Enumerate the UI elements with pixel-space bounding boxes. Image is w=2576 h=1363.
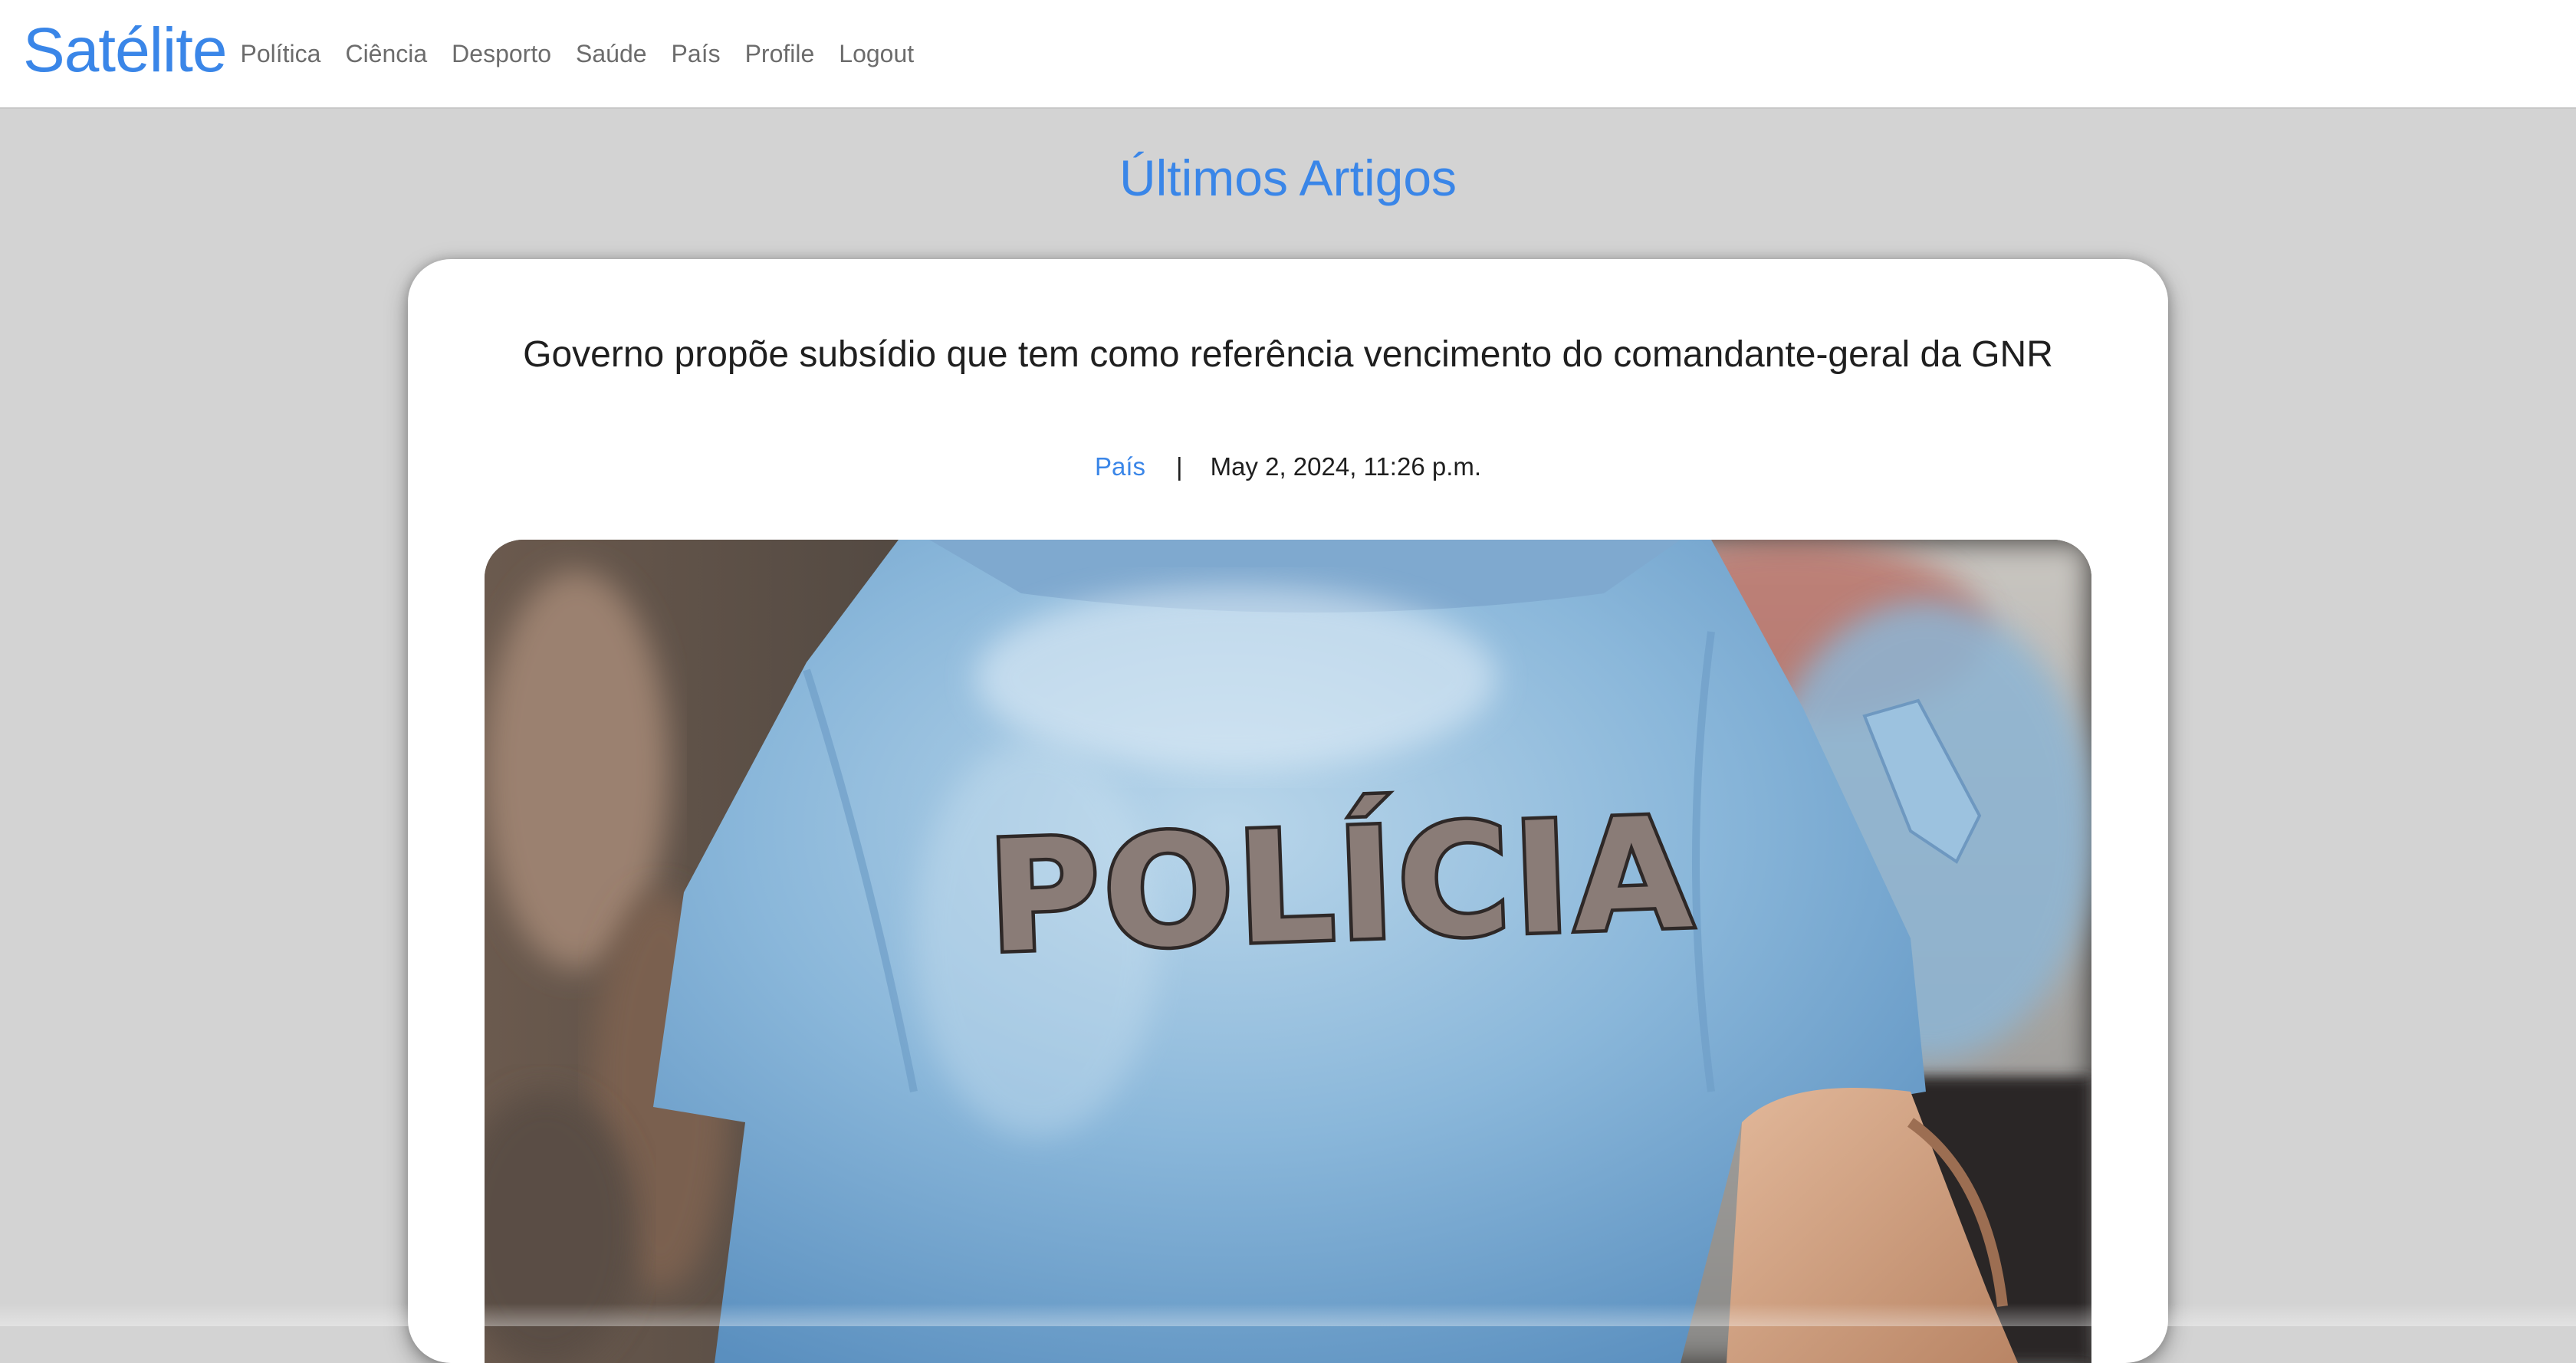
nav-link-desporto[interactable]: Desporto [452,40,551,68]
nav-link-pais[interactable]: País [672,40,721,68]
nav-link-logout[interactable]: Logout [839,40,914,68]
nav-link-saude[interactable]: Saúde [576,40,647,68]
nav-link-ciencia[interactable]: Ciência [345,40,427,68]
section-heading: Últimos Artigos [1119,149,1457,206]
image-lettering: POLÍCIA [985,783,1698,987]
article-card[interactable]: Governo propõe subsídio que tem como ref… [408,259,2168,1363]
nav-links: Política Ciência Desporto Saúde País Pro… [241,40,939,68]
article-meta: País | May 2, 2024, 11:26 p.m. [408,452,2168,481]
meta-separator: | [1176,452,1183,481]
article-category-link[interactable]: País [1095,452,1145,481]
article-title[interactable]: Governo propõe subsídio que tem como ref… [408,333,2168,377]
article-date: May 2, 2024, 11:26 p.m. [1210,452,1482,481]
top-navbar: Satélite Política Ciência Desporto Saúde… [0,0,2576,109]
brand-logo-link[interactable]: Satélite [23,19,228,82]
article-image[interactable]: POLÍCIA [485,540,2091,1363]
nav-link-profile[interactable]: Profile [745,40,815,68]
nav-link-politica[interactable]: Política [241,40,321,68]
